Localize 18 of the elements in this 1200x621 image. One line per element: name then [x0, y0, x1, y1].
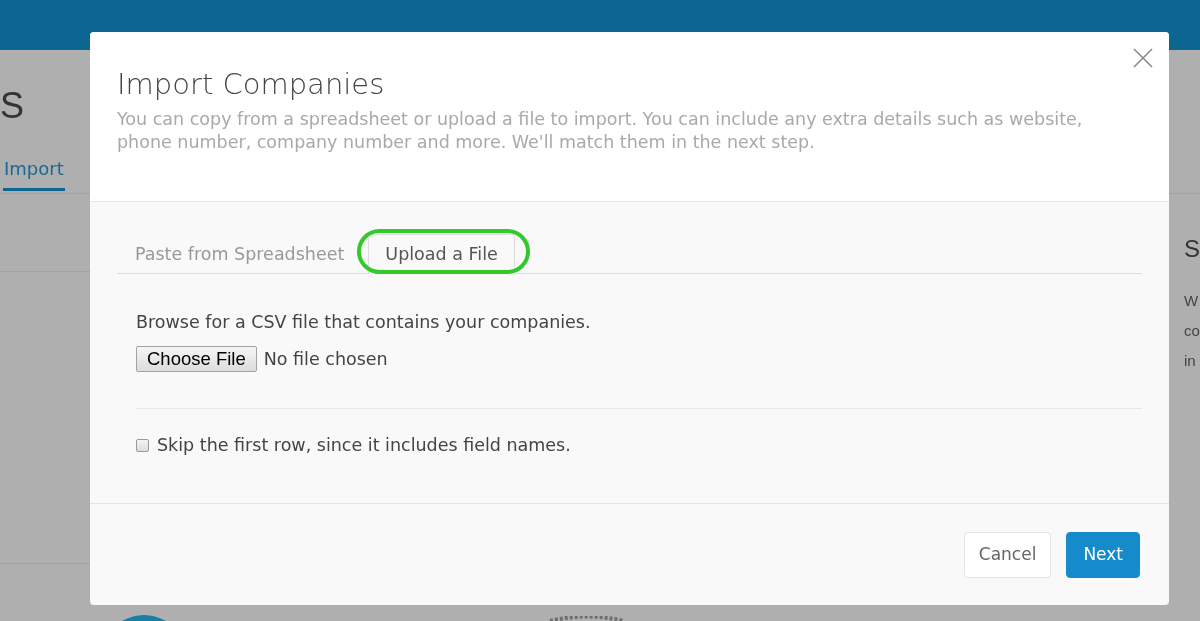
panel-text: W — [1184, 291, 1199, 311]
panel-text: co — [1184, 321, 1200, 341]
skip-row-checkbox[interactable] — [136, 438, 149, 452]
dialog-description: You can copy from a spreadsheet or upload a file to import. You can include any extra details such as website, phone number, company number and more. We'll match them in the next step. — [117, 108, 1084, 154]
file-status-text: No file chosen — [263, 348, 388, 371]
panel-heading: S — [1184, 234, 1200, 264]
close-icon — [1133, 48, 1153, 68]
next-button[interactable]: Next — [1066, 532, 1140, 578]
instructions-text: Browse for a CSV file that contains your companies. — [136, 311, 592, 334]
skip-row-label: Skip the first row, since it includes field names. — [157, 434, 571, 458]
cancel-button[interactable]: Cancel — [963, 532, 1052, 578]
page-heading: S — [0, 88, 24, 124]
spinner-icon — [548, 616, 626, 621]
dialog-title: Import Companies — [117, 66, 386, 103]
dialog-tab[interactable]: Upload a File — [368, 234, 515, 274]
close-button[interactable] — [1132, 47, 1154, 69]
panel-text: in — [1184, 351, 1196, 371]
choose-file-button[interactable]: Choose File — [136, 346, 257, 373]
